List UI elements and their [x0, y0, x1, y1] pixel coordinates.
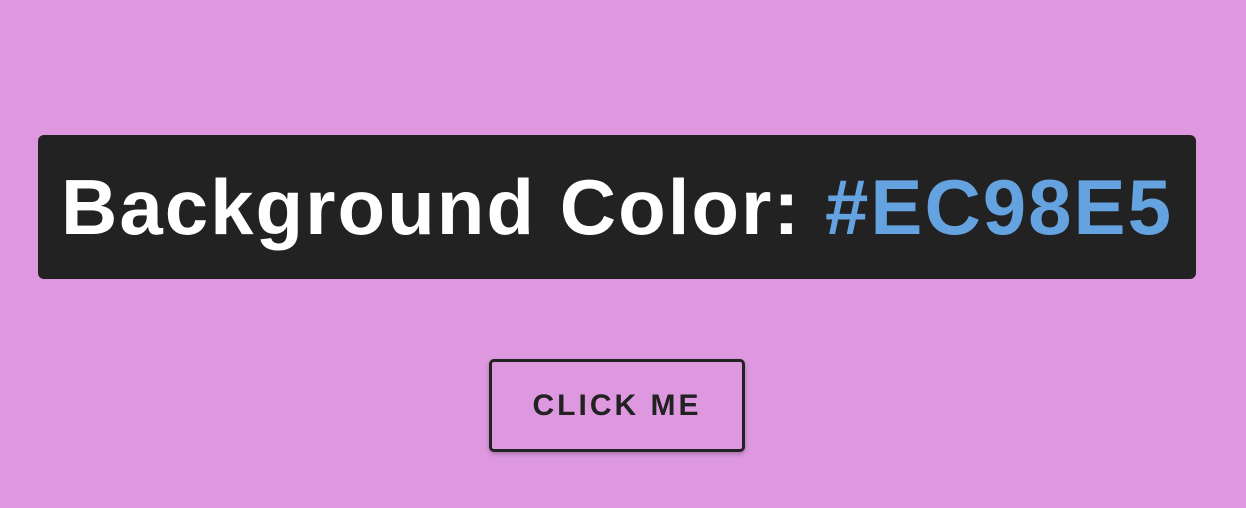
banner-heading: Background Color: #EC98E5	[61, 168, 1173, 246]
click-me-button[interactable]: CLICK ME	[489, 359, 745, 452]
color-banner: Background Color: #EC98E5	[38, 135, 1196, 279]
banner-label: Background Color:	[61, 163, 826, 251]
hex-value: #EC98E5	[825, 163, 1173, 251]
